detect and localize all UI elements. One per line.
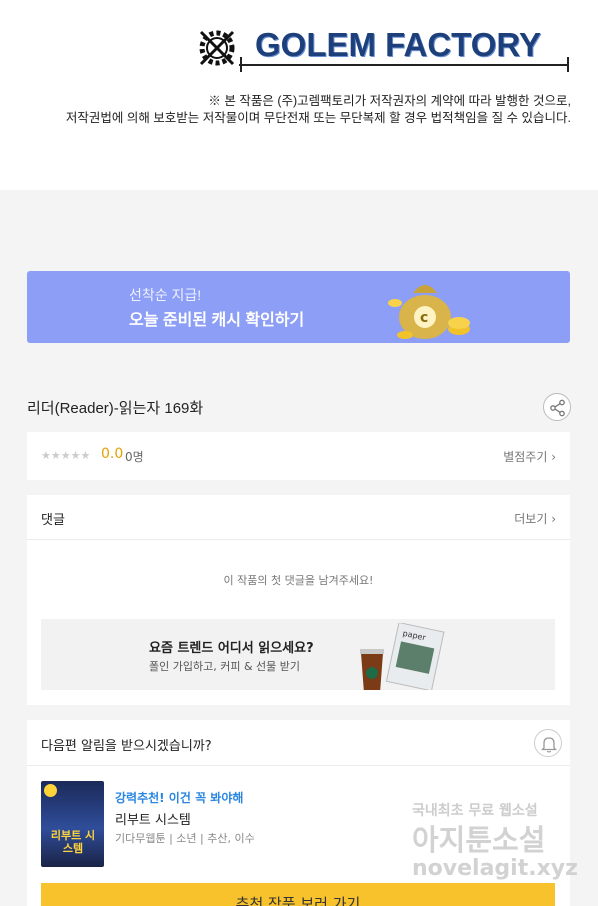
golem-factory-logo: GOLEM FACTORY (195, 24, 575, 74)
next-alert-title: 다음편 알림을 받으시겠습니까? (41, 739, 212, 754)
money-bag-icon: c (388, 285, 470, 339)
recommended-works-button[interactable]: 추천 작품 보러 가기 (41, 883, 555, 906)
next-episode-card: 다음편 알림을 받으시겠습니까? 리부트 시스템 강력추천! 이건 꼭 봐야해 … (27, 720, 570, 906)
logo-text: GOLEM FACTORY (255, 26, 542, 63)
star-rating-icon: ★★★★★ (41, 449, 91, 462)
rating-score: 0.0 (101, 446, 124, 462)
notice-line-1: ※ 본 작품은 (주)고렘팩토리가 저작권자의 계약에 따라 발행한 것으로, (208, 94, 571, 108)
thumbnail-title: 리부트 시스템 (50, 829, 96, 855)
recommended-title[interactable]: 리부트 시스템 (115, 809, 191, 828)
promo-title: 요즘 트렌드 어디서 읽으세요? (149, 641, 314, 656)
rating-card: ★★★★★ 0.0 0명 별점주기 › (27, 432, 570, 480)
recommendation-tag: 강력추천! 이건 꼭 봐야해 (115, 791, 244, 805)
banner-subtitle: 선착순 지급! (129, 287, 202, 303)
promo-banner[interactable]: 요즘 트렌드 어디서 읽으세요? 폴인 가입하고, 커피 & 선물 받기 pap… (41, 619, 555, 690)
notice-line-2: 저작권법에 의해 보호받는 저작물이며 무단전재 또는 무단복제 할 경우 법적… (65, 111, 571, 125)
logo-tick-right (567, 57, 569, 72)
logo-tick-left (240, 57, 242, 72)
logo-underline (239, 64, 569, 66)
cash-banner[interactable]: 선착순 지급! 오늘 준비된 캐시 확인하기 c (27, 271, 570, 343)
comments-empty-text: 이 작품의 첫 댓글을 남겨주세요! (223, 574, 374, 587)
header-area: GOLEM FACTORY ※ 본 작품은 (주)고렘팩토리가 저작권자의 계약… (0, 0, 598, 190)
banner-title: 오늘 준비된 캐시 확인하기 (129, 312, 305, 329)
gear-logo-icon (199, 30, 235, 66)
promo-subtitle: 폴인 가입하고, 커피 & 선물 받기 (149, 660, 300, 673)
episode-title: 리더(Reader)-읽는자 169화 (27, 400, 204, 417)
rate-button[interactable]: 별점주기 › (503, 448, 556, 465)
bell-button[interactable] (534, 729, 562, 757)
clock-icon (44, 784, 57, 797)
share-button[interactable] (543, 393, 571, 421)
next-alert-header: 다음편 알림을 받으시겠습니까? (27, 720, 570, 766)
svg-text:c: c (420, 310, 428, 326)
comments-header: 댓글 더보기 › (27, 495, 570, 540)
bell-icon (540, 737, 558, 753)
comments-title: 댓글 (41, 513, 65, 528)
copyright-notice: ※ 본 작품은 (주)고렘팩토리가 저작권자의 계약에 따라 발행한 것으로, … (66, 93, 571, 127)
recommended-thumbnail[interactable]: 리부트 시스템 (41, 781, 104, 867)
comments-card: 댓글 더보기 › 이 작품의 첫 댓글을 남겨주세요! 요즘 트렌드 어디서 읽… (27, 495, 570, 705)
comments-more-button[interactable]: 더보기 › (514, 510, 556, 527)
rating-count: 0명 (125, 450, 144, 464)
coffee-magazine-icon: paper (360, 623, 445, 690)
recommended-meta: 기다무웹툰 | 소년 | 추산, 이수 (115, 832, 255, 845)
share-icon (550, 399, 565, 417)
